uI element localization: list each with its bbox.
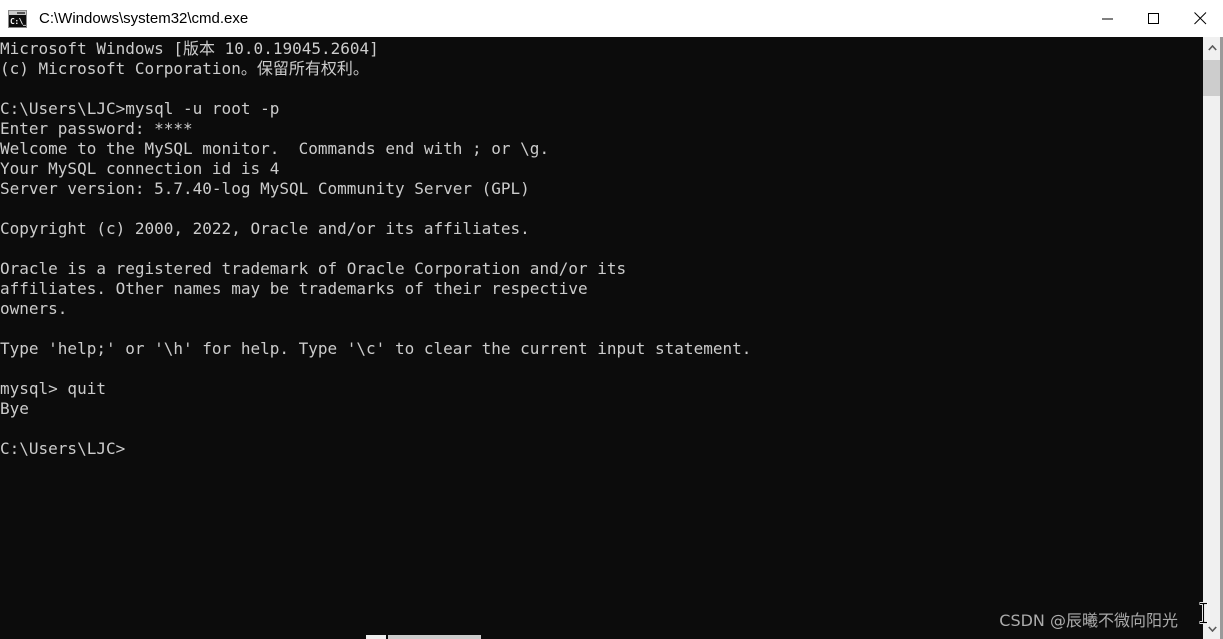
scroll-down-button[interactable]	[1203, 618, 1221, 639]
chevron-up-icon	[1207, 44, 1217, 51]
maximize-icon	[1148, 12, 1159, 24]
minimize-button[interactable]	[1085, 0, 1131, 37]
minimize-icon	[1102, 18, 1113, 19]
horizontal-scrollbar[interactable]	[0, 635, 1202, 639]
scroll-thumb[interactable]	[1203, 60, 1221, 96]
maximize-button[interactable]	[1131, 0, 1177, 37]
terminal-output-area[interactable]: Microsoft Windows [版本 10.0.19045.2604] (…	[0, 37, 1202, 639]
cmd-terminal-icon: C:\_	[8, 9, 27, 28]
csdn-watermark: CSDN @辰曦不微向阳光	[999, 611, 1178, 630]
terminal-text: Microsoft Windows [版本 10.0.19045.2604] (…	[0, 39, 752, 458]
vertical-scrollbar[interactable]	[1202, 37, 1223, 639]
horizontal-scroll-thumb[interactable]	[388, 635, 481, 639]
close-icon	[1193, 12, 1206, 25]
title-bar-left: C:\_ C:\Windows\system32\cmd.exe	[0, 9, 1085, 28]
close-button[interactable]	[1177, 0, 1223, 37]
window-controls	[1085, 0, 1223, 37]
window-title: C:\Windows\system32\cmd.exe	[39, 10, 249, 27]
cmd-window: C:\_ C:\Windows\system32\cmd.exe Microso…	[0, 0, 1223, 639]
icon-prompt-glyph: C:\_	[10, 16, 26, 26]
scroll-up-button[interactable]	[1203, 37, 1221, 58]
title-bar[interactable]: C:\_ C:\Windows\system32\cmd.exe	[0, 0, 1223, 38]
chevron-down-icon	[1207, 625, 1217, 632]
scroll-left-button[interactable]	[366, 635, 386, 639]
